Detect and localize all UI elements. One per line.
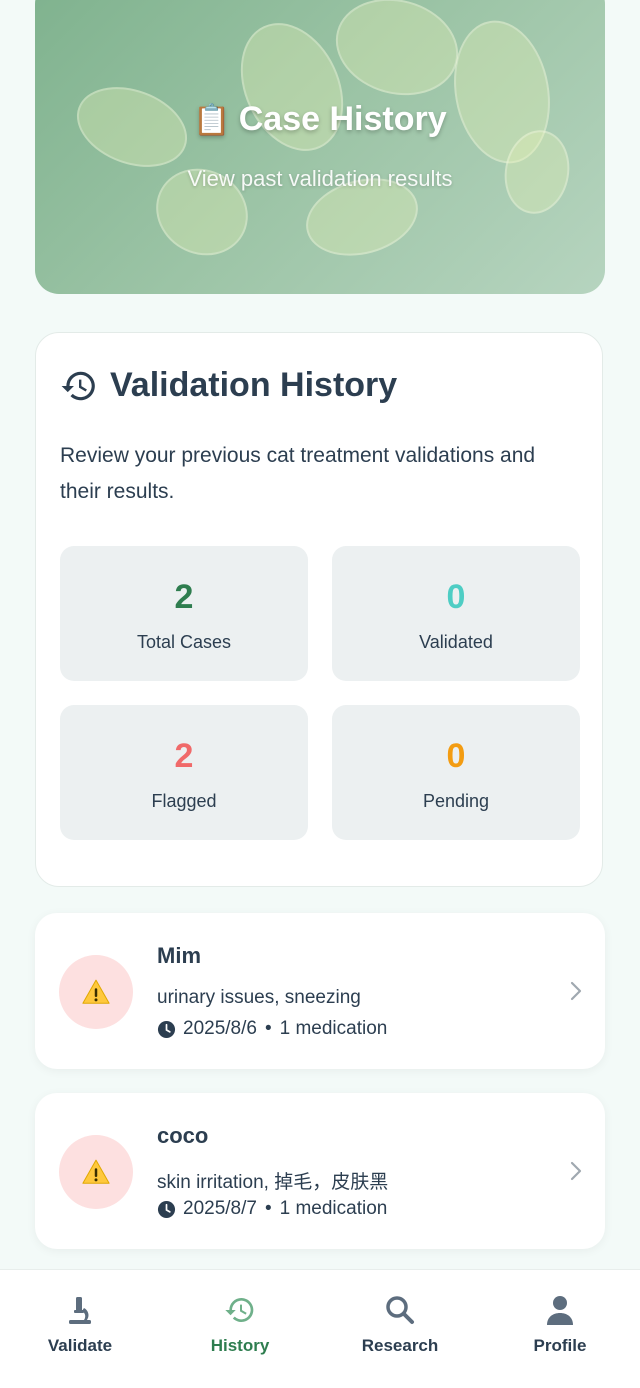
history-icon: [225, 1298, 254, 1322]
user-icon: [547, 1296, 573, 1325]
nav-item-research[interactable]: Research: [320, 1294, 480, 1356]
stat-total-cases: 2 Total Cases: [60, 546, 308, 681]
case-name: Mim: [157, 943, 201, 968]
hero-title-text: Case History: [238, 100, 447, 138]
validation-history-card: Validation History Review your previous …: [35, 332, 603, 887]
warning-icon: [82, 979, 110, 1004]
nav-item-history[interactable]: History: [160, 1294, 320, 1356]
case-symptoms: skin irritation, 掉毛，皮肤黑: [157, 1172, 389, 1193]
meta-separator: •: [264, 1198, 272, 1219]
search-icon: [386, 1296, 414, 1324]
nav-item-validate[interactable]: Validate: [0, 1294, 160, 1356]
page-subtitle: View past validation results: [187, 166, 453, 191]
warning-icon: [82, 1159, 110, 1184]
nav-label: Validate: [47, 1336, 113, 1355]
case-medications: 1 medication: [279, 1018, 388, 1039]
microscope-icon: [69, 1297, 91, 1324]
hero-banner: 📋 Case History View past validation resul…: [35, 0, 605, 294]
stat-label: Pending: [422, 791, 490, 811]
stat-pending: 0 Pending: [332, 705, 580, 840]
card-header: Validation History: [60, 366, 397, 405]
case-name: coco: [157, 1123, 209, 1148]
nav-label: History: [210, 1336, 270, 1355]
card-title: Validation History: [110, 366, 398, 404]
stat-label: Flagged: [151, 791, 217, 811]
status-badge: [59, 955, 133, 1029]
nav-label: Research: [361, 1336, 439, 1355]
bottom-nav: Validate History Research Profile: [0, 1269, 640, 1388]
case-meta: 2025/8/6 • 1 medication: [157, 1018, 387, 1040]
page-title: 📋 Case History: [35, 100, 605, 139]
case-meta: 2025/8/7 • 1 medication: [157, 1198, 387, 1220]
stat-value: 0: [446, 737, 466, 775]
card-description: Review your previous cat treatment valid…: [60, 444, 536, 503]
meta-separator: •: [264, 1018, 272, 1039]
nav-item-profile[interactable]: Profile: [480, 1294, 640, 1356]
case-medications: 1 medication: [279, 1198, 388, 1219]
clock-icon: [157, 1200, 176, 1218]
clock-icon: [157, 1020, 176, 1038]
capsule-decoration: [324, 0, 470, 109]
case-date: 2025/8/6: [183, 1018, 257, 1039]
nav-label: Profile: [533, 1336, 587, 1355]
chevron-right-icon: [570, 1161, 582, 1181]
stat-value: 2: [174, 578, 194, 616]
case-item-mim[interactable]: Mim urinary issues, sneezing 2025/8/6 • …: [35, 913, 605, 1069]
stat-value: 0: [446, 578, 466, 616]
status-badge: [59, 1135, 133, 1209]
chevron-right-icon: [570, 981, 582, 1001]
stat-value: 2: [174, 737, 194, 775]
case-date: 2025/8/7: [183, 1198, 257, 1219]
history-icon: [61, 371, 95, 400]
case-item-coco[interactable]: coco skin irritation, 掉毛，皮肤黑 2025/8/7 • …: [35, 1093, 605, 1249]
stat-label: Total Cases: [136, 632, 232, 652]
stat-label: Validated: [419, 632, 493, 652]
case-symptoms: urinary issues, sneezing: [157, 987, 361, 1008]
stat-validated: 0 Validated: [332, 546, 580, 681]
clipboard-icon: 📋: [193, 104, 231, 137]
stat-flagged: 2 Flagged: [60, 705, 308, 840]
